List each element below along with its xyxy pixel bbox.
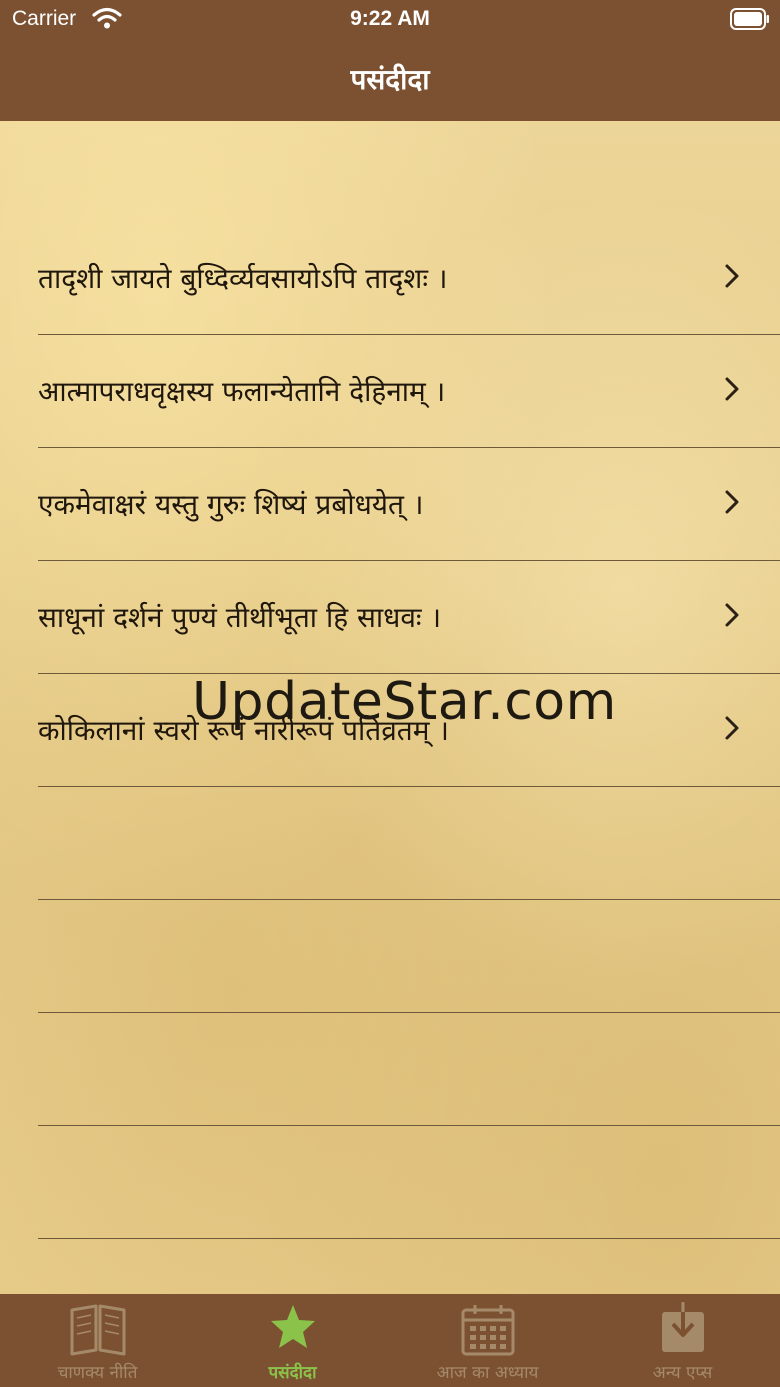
list-item-text: साधूनां दर्शनं पुण्यं तीर्थीभूता हि साधव… — [38, 601, 442, 634]
list-item[interactable]: साधूनां दर्शनं पुण्यं तीर्थीभूता हि साधव… — [38, 560, 780, 674]
list-item[interactable]: एकमेवाक्षरं यस्तु गुरुः शिष्यं प्रबोधयेत… — [38, 447, 780, 561]
tab-label: आज का अध्याय — [436, 1363, 539, 1383]
list-item-text: एकमेवाक्षरं यस्तु गुरुः शिष्यं प्रबोधयेत… — [38, 488, 424, 521]
tab-label: पसंदीदा — [268, 1363, 317, 1383]
empty-row — [38, 1012, 780, 1126]
calendar-icon — [390, 1302, 585, 1362]
status-bar: Carrier 9:22 AM — [0, 0, 780, 40]
chevron-right-icon — [724, 602, 740, 632]
navigation-bar: पसंदीदा — [0, 40, 780, 121]
tab-other-apps[interactable]: अन्य एप्स — [585, 1294, 780, 1387]
tab-favorites[interactable]: पसंदीदा — [195, 1294, 390, 1387]
tab-bar: चाणक्य नीति पसंदीदा आज का अध्याय अन्य एप… — [0, 1294, 780, 1387]
chevron-right-icon — [724, 263, 740, 293]
chevron-right-icon — [724, 489, 740, 519]
chevron-right-icon — [724, 376, 740, 406]
list-item-text: तादृशी जायते बुध्दिर्व्यवसायोऽपि तादृशः … — [38, 262, 448, 295]
tab-label: अन्य एप्स — [652, 1363, 713, 1383]
status-time: 9:22 AM — [350, 7, 430, 30]
tab-todays-chapter[interactable]: आज का अध्याय — [390, 1294, 585, 1387]
tab-chanakya-niti[interactable]: चाणक्य नीति — [0, 1294, 195, 1387]
download-icon — [585, 1302, 780, 1360]
battery-icon — [730, 8, 769, 30]
list-item[interactable]: आत्मापराधवृक्षस्य फलान्येतानि देहिनाम् । — [38, 334, 780, 448]
empty-row — [38, 1125, 780, 1239]
chevron-right-icon — [724, 715, 740, 745]
list-item[interactable]: तादृशी जायते बुध्दिर्व्यवसायोऽपि तादृशः … — [38, 221, 780, 335]
empty-row — [38, 899, 780, 1013]
list-item-text: आत्मापराधवृक्षस्य फलान्येतानि देहिनाम् । — [38, 375, 446, 408]
empty-row — [38, 786, 780, 900]
book-icon — [0, 1302, 195, 1360]
star-icon — [195, 1302, 390, 1356]
watermark-text: UpdateStar.com — [192, 672, 617, 732]
page-title: पसंदीदा — [350, 63, 430, 96]
tab-label: चाणक्य नीति — [57, 1363, 138, 1383]
